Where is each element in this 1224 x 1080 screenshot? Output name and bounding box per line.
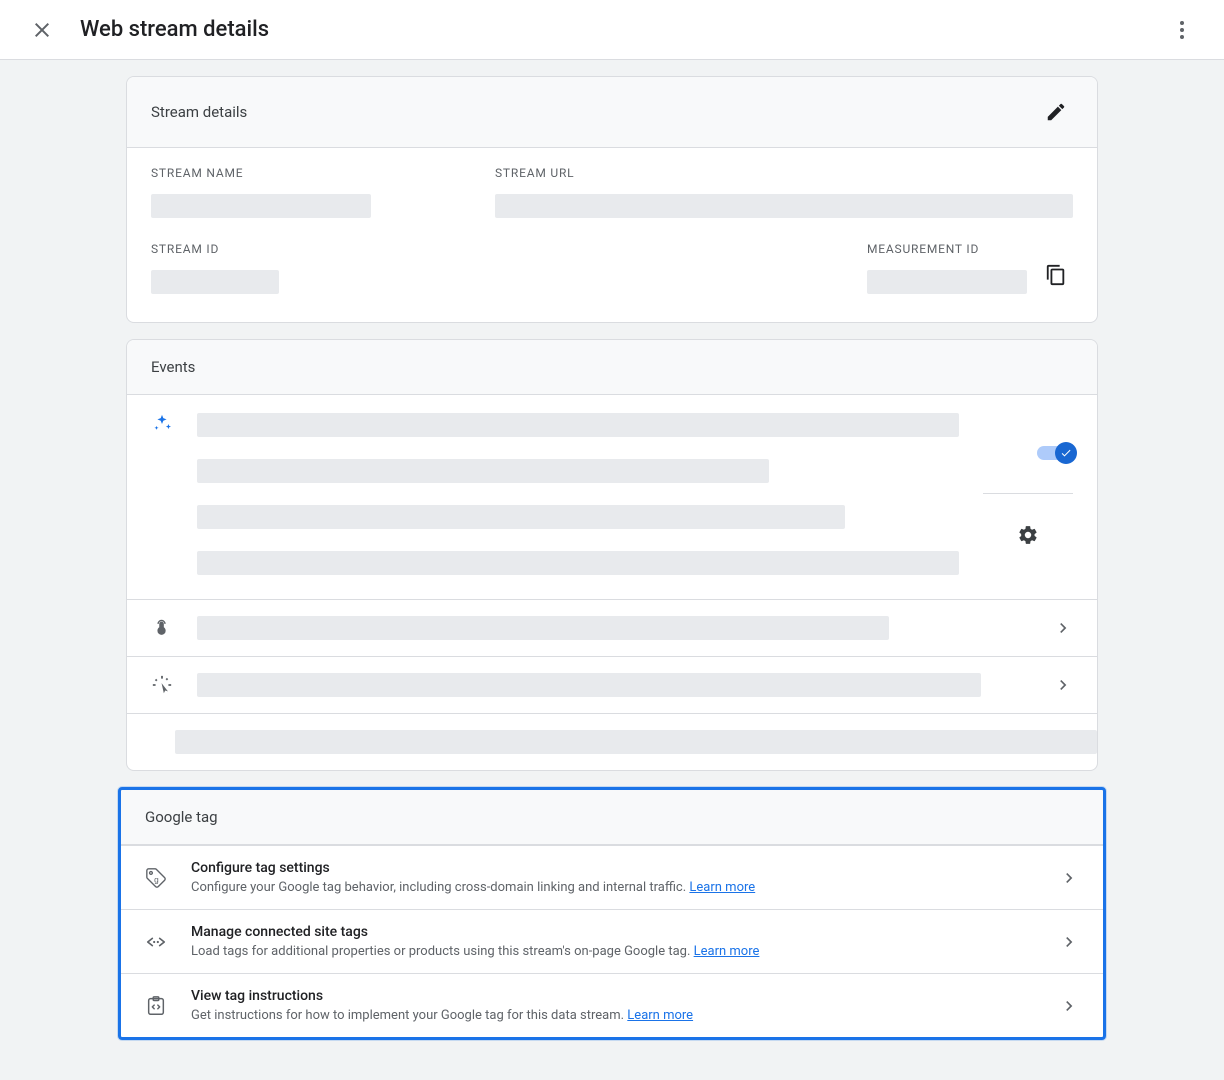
skeleton-line (175, 730, 1097, 754)
close-button[interactable] (24, 12, 60, 48)
stream-id-value (151, 270, 279, 294)
sparkle-icon (151, 413, 173, 435)
connected-tags-title: Manage connected site tags (191, 924, 1035, 940)
skeleton-line (197, 673, 981, 697)
google-tag-heading: Google tag (145, 808, 218, 826)
events-heading: Events (151, 358, 195, 376)
events-row-touch[interactable] (127, 599, 1097, 656)
tag-instructions-desc: Get instructions for how to implement yo… (191, 1008, 1035, 1023)
manage-connected-tags-row[interactable]: Manage connected site tags Load tags for… (121, 909, 1103, 973)
touch-icon (151, 617, 173, 639)
skeleton-line (197, 459, 769, 483)
close-icon (30, 18, 54, 42)
skeleton-line (197, 505, 845, 529)
events-row-click[interactable] (127, 656, 1097, 713)
chevron-right-icon (1059, 868, 1079, 888)
tag-instructions-title: View tag instructions (191, 988, 1035, 1004)
stream-name-value (151, 194, 371, 218)
stream-url-label: STREAM URL (495, 166, 1073, 180)
skeleton-line (197, 413, 959, 437)
stream-details-card: Stream details STREAM NAME STREAM URL ST… (126, 76, 1098, 323)
events-card: Events (126, 339, 1098, 771)
enhanced-measurement-row (127, 395, 1097, 599)
stream-name-label: STREAM NAME (151, 166, 471, 180)
chevron-right-icon (1053, 675, 1073, 695)
skeleton-line (197, 551, 959, 575)
enhanced-measurement-toggle[interactable] (1037, 446, 1073, 460)
configure-tag-learn-more-link[interactable]: Learn more (689, 880, 755, 895)
gear-icon (1017, 524, 1039, 546)
measurement-id-value (867, 270, 1027, 294)
connected-tags-learn-more-link[interactable]: Learn more (694, 944, 760, 959)
top-bar: Web stream details (0, 0, 1224, 60)
tag-icon: g (145, 867, 167, 889)
stream-id-label: STREAM ID (151, 242, 471, 256)
connected-tags-desc: Load tags for additional properties or p… (191, 944, 1035, 959)
page-title: Web stream details (80, 17, 269, 42)
copy-measurement-id-button[interactable] (1039, 258, 1073, 292)
chevron-right-icon (1053, 618, 1073, 638)
copy-icon (1045, 264, 1067, 286)
events-row-key[interactable] (127, 713, 1097, 770)
configure-tag-title: Configure tag settings (191, 860, 1035, 876)
stream-details-heading: Stream details (151, 103, 247, 121)
click-icon (151, 674, 173, 696)
pencil-icon (1045, 101, 1067, 123)
edit-stream-button[interactable] (1039, 95, 1073, 129)
tag-instructions-learn-more-link[interactable]: Learn more (627, 1008, 693, 1023)
chevron-right-icon (1059, 996, 1079, 1016)
check-icon (1060, 447, 1072, 459)
configure-tag-settings-row[interactable]: g Configure tag settings Configure your … (121, 845, 1103, 909)
svg-text:g: g (154, 875, 159, 884)
measurement-id-label: MEASUREMENT ID (867, 242, 1027, 256)
code-link-icon (145, 931, 167, 953)
google-tag-highlight: Google tag g Configure tag settings Conf… (118, 787, 1106, 1040)
google-tag-card: Google tag g Configure tag settings Conf… (121, 790, 1103, 1037)
enhanced-measurement-settings-button[interactable] (1011, 518, 1045, 552)
stream-url-value (495, 194, 1073, 218)
kebab-icon (1170, 18, 1194, 42)
configure-tag-desc: Configure your Google tag behavior, incl… (191, 880, 1035, 895)
view-tag-instructions-row[interactable]: View tag instructions Get instructions f… (121, 973, 1103, 1037)
chevron-right-icon (1059, 932, 1079, 952)
more-options-button[interactable] (1164, 12, 1200, 48)
skeleton-line (197, 616, 889, 640)
clipboard-code-icon (145, 995, 167, 1017)
